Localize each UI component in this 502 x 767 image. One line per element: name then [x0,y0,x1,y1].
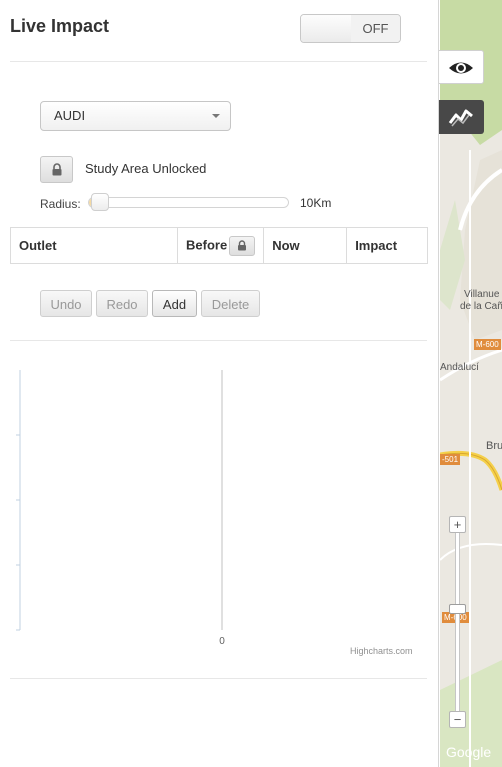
radius-value: 10Km [300,196,332,210]
x-tick-label: 0 [219,636,225,647]
divider [10,678,427,679]
toggle-knob[interactable] [301,15,352,42]
study-area-lock-button[interactable] [40,156,73,183]
caret-down-icon [212,114,220,118]
live-impact-toggle[interactable]: OFF [300,14,401,43]
trend-line-icon [448,109,473,127]
zoom-out-button[interactable]: − [449,711,466,728]
add-button[interactable]: Add [152,290,197,317]
google-logo: Google [446,744,492,760]
column-outlet: Outlet [10,227,178,264]
divider [10,61,427,62]
map-label-bru: Bru [486,440,502,452]
zoom-slider-track[interactable] [455,530,460,715]
study-area-status: Study Area Unlocked [85,161,207,176]
impact-chart-svg: 0 [16,370,225,647]
radius-slider-handle[interactable] [90,193,109,211]
zoom-in-button[interactable]: + [449,516,466,533]
eye-icon [449,62,473,74]
delete-button[interactable]: Delete [201,290,260,317]
live-impact-panel: Live Impact OFF AUDI Study Area Unlocked… [0,0,439,767]
toggle-state-label: OFF [351,15,400,42]
divider [10,340,427,341]
column-impact: Impact [346,227,428,264]
radius-slider[interactable] [88,193,289,211]
map-label-area: Andalucí [440,362,479,373]
radius-label: Radius: [40,197,81,211]
panel-title: Live Impact [10,16,110,36]
lock-icon [52,163,62,176]
table-header-row: Outlet Before Now Impact [10,227,428,264]
undo-button[interactable]: Undo [40,290,92,317]
zoom-slider-knob[interactable] [449,604,466,614]
map-label-town: Villanue [464,289,500,300]
map-road-tag: -501 [440,454,461,465]
before-lock-button[interactable] [229,235,256,256]
column-now: Now [263,227,348,264]
brand-select[interactable]: AUDI [40,101,231,131]
redo-button[interactable]: Redo [96,290,148,317]
lock-icon [238,239,247,250]
map-road-tag: M-600 [474,339,501,350]
impact-table: Outlet Before Now Impact [10,227,428,264]
column-before: Before [176,227,265,264]
chart-credits[interactable]: Highcharts.com [350,646,413,656]
impact-chart: 0 [10,355,430,665]
visibility-button[interactable] [439,50,484,84]
chart-mode-button[interactable] [439,100,484,134]
map-label-town-2: de la Cañ [460,301,502,312]
brand-select-value: AUDI [54,108,86,123]
